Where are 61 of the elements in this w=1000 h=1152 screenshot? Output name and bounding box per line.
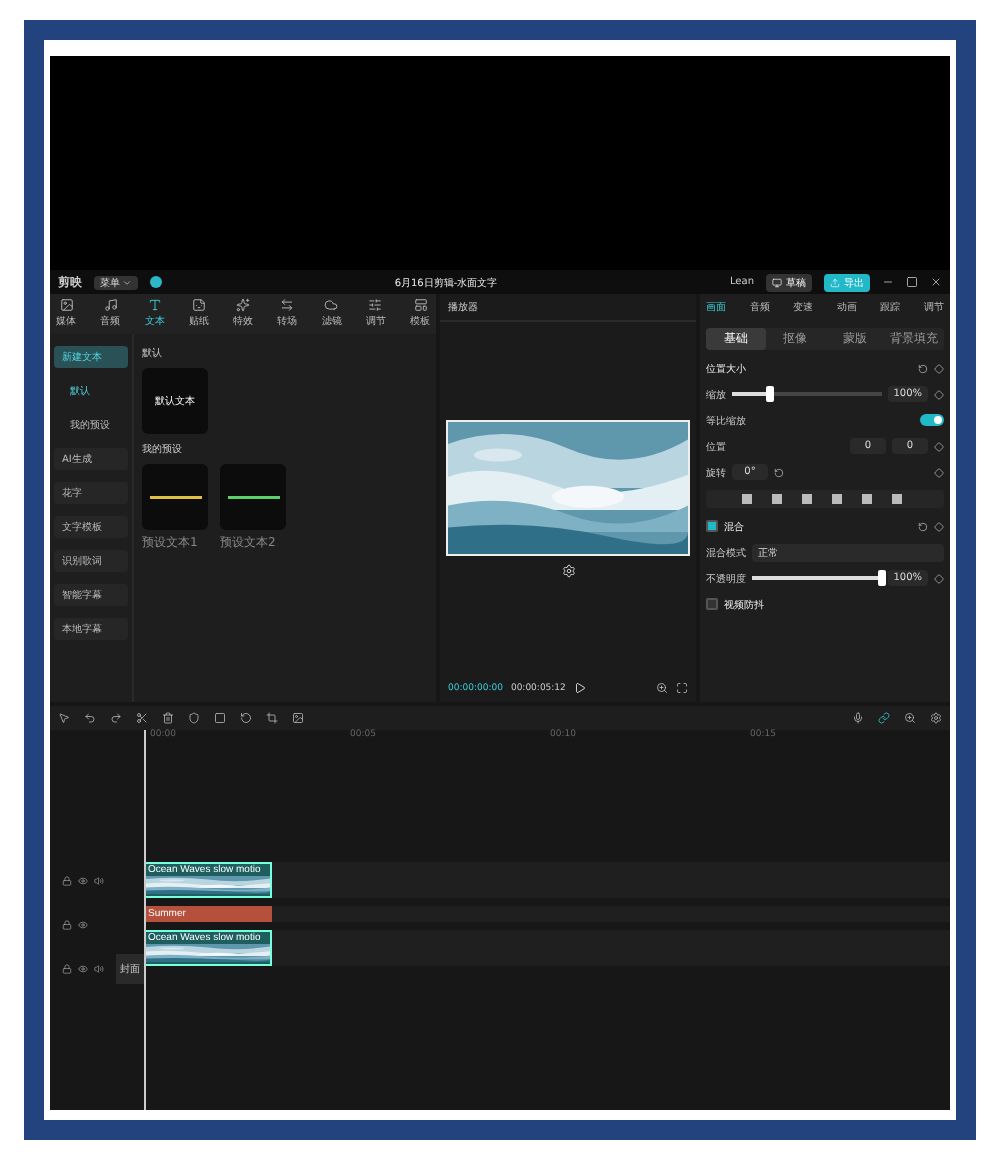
- autosave-dot: [150, 276, 162, 288]
- speaker-icon[interactable]: [94, 963, 104, 973]
- gear-icon[interactable]: [930, 712, 942, 724]
- keyframe-icon[interactable]: [934, 467, 944, 477]
- sparkles-icon: [236, 298, 250, 312]
- music-icon: [103, 298, 118, 312]
- checkbox[interactable]: [706, 598, 718, 610]
- keyframe-icon[interactable]: [934, 389, 944, 399]
- lock-icon[interactable]: [62, 875, 72, 885]
- play-icon[interactable]: [573, 682, 586, 694]
- chevron-down-icon: [122, 277, 132, 287]
- sticker-icon: [191, 298, 206, 312]
- zoom-icon[interactable]: [656, 682, 668, 694]
- toggle-switch[interactable]: [920, 414, 944, 426]
- preset-card[interactable]: [220, 464, 286, 530]
- text-icon: [147, 298, 162, 312]
- slider[interactable]: [752, 570, 882, 586]
- slider[interactable]: [732, 386, 882, 402]
- cloud-icon: [324, 298, 339, 312]
- slider-thumb[interactable]: [877, 570, 886, 586]
- reset-icon[interactable]: [918, 521, 928, 531]
- swap-icon: [280, 298, 295, 312]
- crop-icon[interactable]: [266, 712, 278, 724]
- eye-icon[interactable]: [78, 919, 88, 929]
- speaker-icon[interactable]: [94, 875, 104, 885]
- keyframe-icon[interactable]: [934, 573, 944, 583]
- keyframe-icon[interactable]: [934, 363, 944, 373]
- reset-icon[interactable]: [918, 363, 928, 373]
- undo-icon[interactable]: [84, 712, 96, 724]
- monitor-icon: [772, 277, 782, 287]
- checkbox[interactable]: [706, 520, 718, 532]
- maximize-icon[interactable]: [906, 276, 918, 288]
- zoom-icon[interactable]: [904, 712, 916, 724]
- keyframe-icon[interactable]: [934, 441, 944, 451]
- align-icons-drawing[interactable]: [741, 494, 901, 504]
- pointer-icon[interactable]: [58, 712, 70, 724]
- eye-icon[interactable]: [78, 963, 88, 973]
- eye-icon[interactable]: [78, 875, 88, 885]
- keyframe-icon[interactable]: [934, 521, 944, 531]
- rotate-icon[interactable]: [240, 712, 252, 724]
- lock-icon[interactable]: [62, 919, 72, 929]
- align-toolbar[interactable]: [706, 490, 944, 508]
- sliders-icon: [368, 298, 383, 312]
- square-icon[interactable]: [214, 712, 226, 724]
- image-icon[interactable]: [292, 712, 304, 724]
- preset-card[interactable]: [142, 464, 208, 530]
- mic-icon[interactable]: [852, 712, 864, 724]
- slider-thumb[interactable]: [765, 386, 774, 402]
- template-icon: [413, 298, 427, 312]
- minimize-icon[interactable]: [882, 276, 894, 288]
- image-icon: [59, 298, 73, 312]
- scissors-icon[interactable]: [136, 712, 148, 724]
- redo-icon[interactable]: [110, 712, 122, 724]
- link-icon[interactable]: [878, 712, 890, 724]
- shield-icon[interactable]: [188, 712, 200, 724]
- trash-icon[interactable]: [162, 712, 174, 724]
- close-icon[interactable]: [930, 276, 942, 288]
- rotate-icon[interactable]: [774, 467, 784, 477]
- lock-icon[interactable]: [62, 963, 72, 973]
- gear-icon[interactable]: [561, 563, 575, 577]
- upload-icon: [830, 277, 840, 287]
